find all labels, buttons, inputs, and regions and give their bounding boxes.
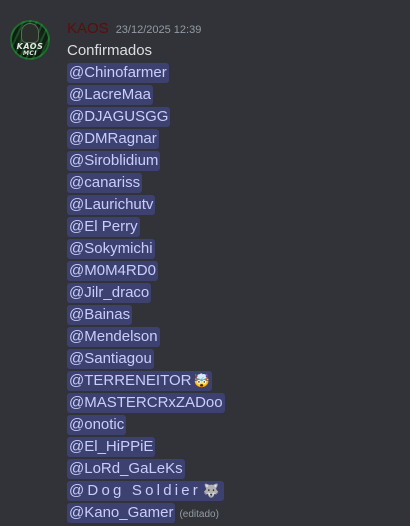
user-mention[interactable]: @Sokymichi: [67, 239, 155, 259]
user-mention[interactable]: @Santiagou: [67, 349, 154, 369]
mention-list: @Chinofarmer @LacreMaa @DJAGUSGG @DMRagnar @…: [67, 62, 397, 524]
author-name[interactable]: KAOS: [67, 20, 109, 37]
mention-line: @El_HiPPiE: [67, 436, 397, 458]
user-mention[interactable]: @canariss: [67, 173, 143, 193]
user-mention[interactable]: @Dog Soldier 🐺: [67, 481, 225, 501]
mention-line: @TERRENEITOR 🤯: [67, 370, 397, 392]
mention-line: @Kano_Gamer (editado): [67, 502, 397, 524]
mention-line: @canariss: [67, 172, 397, 194]
user-mention[interactable]: @Mendelson: [67, 327, 160, 347]
chat-message: KAOS MCI KAOS 23/12/2025 12:39 Confirmad…: [0, 0, 410, 525]
mention-line: @onotic: [67, 414, 397, 436]
edited-label: (editado): [179, 509, 219, 520]
mention-line: @LoRd_GaLeKs: [67, 458, 397, 480]
mention-line: @El Perry: [67, 216, 397, 238]
mention-line: @Sokymichi: [67, 238, 397, 260]
user-mention[interactable]: @Kano_Gamer: [67, 503, 176, 523]
user-mention[interactable]: @Bainas: [67, 305, 133, 325]
mention-line: @Chinofarmer: [67, 62, 397, 84]
user-mention[interactable]: @Chinofarmer: [67, 63, 169, 83]
mention-line: @Mendelson: [67, 326, 397, 348]
mention-line: @Santiagou: [67, 348, 397, 370]
emoji-icon: 🤯: [193, 373, 210, 388]
mention-line: @DMRagnar: [67, 128, 397, 150]
user-mention[interactable]: @El_HiPPiE: [67, 437, 156, 457]
mention-line: @MASTERCRxZADoo: [67, 392, 397, 414]
message-header: KAOS 23/12/2025 12:39: [67, 20, 201, 40]
mention-line: @M0M4RD0: [67, 260, 397, 282]
mention-line: @Jilr_draco: [67, 282, 397, 304]
avatar-figure-icon: [22, 24, 38, 42]
message-content: Confirmados @Chinofarmer @LacreMaa @DJAGUS…: [67, 40, 397, 524]
user-mention[interactable]: @TERRENEITOR 🤯: [67, 371, 212, 391]
mention-line: @DJAGUSGG: [67, 106, 397, 128]
user-mention[interactable]: @El Perry: [67, 217, 140, 237]
user-mention[interactable]: @Siroblidium: [67, 151, 161, 171]
user-mention[interactable]: @DMRagnar: [67, 129, 159, 149]
mention-line: @Laurichutv: [67, 194, 397, 216]
emoji-icon: 🐺: [203, 483, 223, 498]
message-heading: Confirmados: [67, 42, 153, 59]
user-mention[interactable]: @Jilr_draco: [67, 283, 152, 303]
user-mention[interactable]: @LoRd_GaLeKs: [67, 459, 185, 479]
mention-line: @Dog Soldier 🐺: [67, 480, 397, 502]
user-mention[interactable]: @M0M4RD0: [67, 261, 158, 281]
mention-line: @Bainas: [67, 304, 397, 326]
user-mention[interactable]: @DJAGUSGG: [67, 107, 171, 127]
user-mention[interactable]: @MASTERCRxZADoo: [67, 393, 225, 413]
mention-line: @LacreMaa: [67, 84, 397, 106]
message-timestamp[interactable]: 23/12/2025 12:39: [116, 24, 202, 36]
user-mention[interactable]: @Laurichutv: [67, 195, 156, 215]
avatar[interactable]: KAOS MCI: [10, 20, 50, 60]
mention-line: @Siroblidium: [67, 150, 397, 172]
user-mention[interactable]: @LacreMaa: [67, 85, 153, 105]
user-mention[interactable]: @onotic: [67, 415, 127, 435]
avatar-text-mci: MCI: [22, 50, 38, 57]
